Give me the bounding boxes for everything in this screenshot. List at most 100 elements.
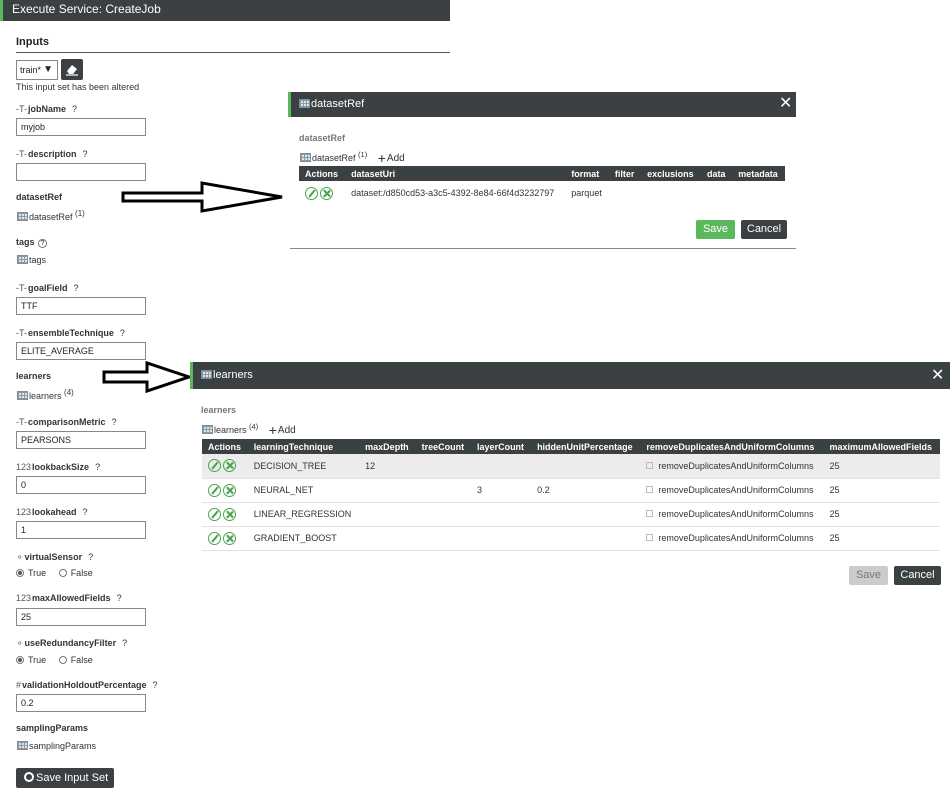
tags-link[interactable]: tags: [17, 255, 46, 265]
add-learner-button[interactable]: +Add: [261, 422, 296, 438]
learners-link[interactable]: learners (4): [17, 388, 74, 401]
description-input[interactable]: [16, 163, 146, 181]
column-header: removeDuplicatesAndUniformColumns: [640, 439, 824, 454]
cell: 25: [823, 454, 940, 479]
delete-icon[interactable]: [223, 531, 236, 545]
table-icon: [202, 425, 213, 434]
column-header: maxDepth: [359, 439, 416, 454]
dataset-table: Actions datasetUri format filter exclusi…: [299, 166, 785, 205]
table-row[interactable]: LINEAR_REGRESSION removeDuplicatesAndUni…: [202, 502, 940, 527]
checkbox[interactable]: [646, 486, 654, 493]
plus-icon: +: [377, 150, 386, 166]
help-icon[interactable]: ?: [83, 149, 88, 159]
edit-icon[interactable]: [208, 507, 221, 521]
datasetref-label: datasetRef: [16, 192, 63, 202]
virtualsensor-true[interactable]: True: [16, 568, 46, 578]
cell: 25: [823, 526, 940, 551]
help-icon[interactable]: ?: [83, 507, 88, 517]
cell: removeDuplicatesAndUniformColumns: [640, 454, 824, 479]
validationholdoutpercentage-label: #validationHoldoutPercentage?: [16, 680, 158, 690]
validationholdoutpercentage-input[interactable]: 0.2: [16, 694, 146, 712]
text-type-icon: -T-: [16, 283, 27, 293]
eraser-button[interactable]: [61, 59, 83, 80]
column-header: hiddenUnitPercentage: [531, 439, 641, 454]
help-icon[interactable]: ?: [122, 638, 127, 648]
cell: [531, 502, 641, 527]
delete-icon[interactable]: [223, 459, 236, 473]
help-icon[interactable]: ?: [117, 593, 122, 603]
lookbacksize-input[interactable]: 0: [16, 476, 146, 494]
dataset-cancel-button[interactable]: Cancel: [741, 220, 787, 239]
close-icon[interactable]: ✕: [779, 93, 792, 113]
maxallowedfields-input[interactable]: 25: [16, 608, 146, 626]
delete-icon[interactable]: [223, 507, 236, 521]
cell: 12: [359, 454, 416, 479]
text-type-icon: -T-: [16, 417, 27, 427]
cell: [415, 526, 472, 551]
learners-save-button[interactable]: Save: [849, 566, 888, 585]
help-icon[interactable]: ?: [120, 328, 125, 338]
column-header: Actions: [299, 166, 346, 181]
table-row: dataset:/d850cd53-a3c5-4392-8e84-66f4d32…: [299, 181, 785, 205]
help-icon[interactable]: ?: [112, 417, 117, 427]
useredundancyfilter-false[interactable]: False: [58, 655, 93, 665]
input-set-select[interactable]: train* ▼: [16, 60, 58, 80]
save-input-set-button[interactable]: Save Input Set: [16, 768, 114, 788]
help-icon[interactable]: ?: [88, 552, 93, 562]
learners-cancel-button[interactable]: Cancel: [894, 566, 941, 585]
cell: [641, 181, 701, 205]
add-dataset-button[interactable]: +Add: [370, 150, 405, 166]
delete-icon[interactable]: [320, 186, 333, 200]
checkbox[interactable]: [646, 461, 654, 469]
edit-icon[interactable]: [208, 531, 221, 545]
circle-icon: [24, 772, 34, 782]
comparisonmetric-label: -T-comparisonMetric?: [16, 417, 117, 427]
cell: [415, 454, 472, 479]
help-icon[interactable]: ?: [95, 462, 100, 472]
boolean-type-icon: ⚬: [16, 552, 24, 562]
edit-icon[interactable]: [208, 483, 221, 497]
learners-dialog-header: learners ✕: [190, 362, 950, 389]
dataset-section-label: datasetRef: [299, 133, 346, 143]
jobname-input[interactable]: myjob: [16, 118, 146, 136]
virtualsensor-label: ⚬virtualSensor?: [16, 552, 94, 562]
column-header: Actions: [202, 439, 248, 454]
lookahead-input[interactable]: 1: [16, 521, 146, 539]
table-header-row: Actions learningTechnique maxDepth treeC…: [202, 439, 940, 454]
cell: LINEAR_REGRESSION: [247, 502, 360, 527]
checkbox[interactable]: [646, 534, 654, 541]
description-label: -T-description?: [16, 149, 88, 159]
delete-icon[interactable]: [223, 483, 236, 497]
help-icon[interactable]: ?: [74, 283, 79, 293]
help-icon[interactable]: ?: [153, 680, 158, 690]
table-row[interactable]: DECISION_TREE 12 removeDuplicatesAndUnif…: [202, 454, 940, 479]
text-type-icon: -T-: [16, 328, 27, 338]
help-icon[interactable]: ?: [72, 104, 77, 114]
learners-link-line: learners (4) +Add: [202, 422, 296, 438]
checkbox[interactable]: [646, 510, 654, 517]
cell: removeDuplicatesAndUniformColumns: [640, 502, 824, 527]
row-actions: [202, 526, 248, 551]
dataset-save-button[interactable]: Save: [696, 220, 735, 239]
ensembletechnique-input[interactable]: ELITE_AVERAGE: [16, 342, 146, 360]
edit-icon[interactable]: [305, 186, 318, 200]
column-header: layerCount: [471, 439, 532, 454]
help-icon[interactable]: ?: [37, 239, 48, 248]
dataset-link[interactable]: datasetRef (1): [300, 150, 367, 163]
learners-link[interactable]: learners (4): [202, 422, 258, 435]
virtualsensor-false[interactable]: False: [58, 568, 93, 578]
useredundancyfilter-true[interactable]: True: [16, 655, 46, 665]
cell: [415, 478, 472, 503]
comparisonmetric-input[interactable]: PEARSONS: [16, 431, 146, 449]
cell: parquet: [571, 188, 602, 198]
table-row[interactable]: GRADIENT_BOOST removeDuplicatesAndUnifor…: [202, 526, 940, 551]
cell: NEURAL_NET: [247, 478, 360, 503]
edit-icon[interactable]: [208, 459, 221, 473]
close-icon[interactable]: ✕: [931, 365, 944, 385]
column-header: data: [700, 166, 733, 181]
radio-selected-icon: [16, 569, 24, 577]
samplingparams-link[interactable]: samplingParams: [17, 741, 96, 751]
table-row[interactable]: NEURAL_NET 3 0.2 removeDuplicatesAndUnif…: [202, 478, 940, 503]
goalfield-input[interactable]: TTF: [16, 297, 146, 315]
datasetref-link[interactable]: datasetRef (1): [17, 209, 85, 222]
